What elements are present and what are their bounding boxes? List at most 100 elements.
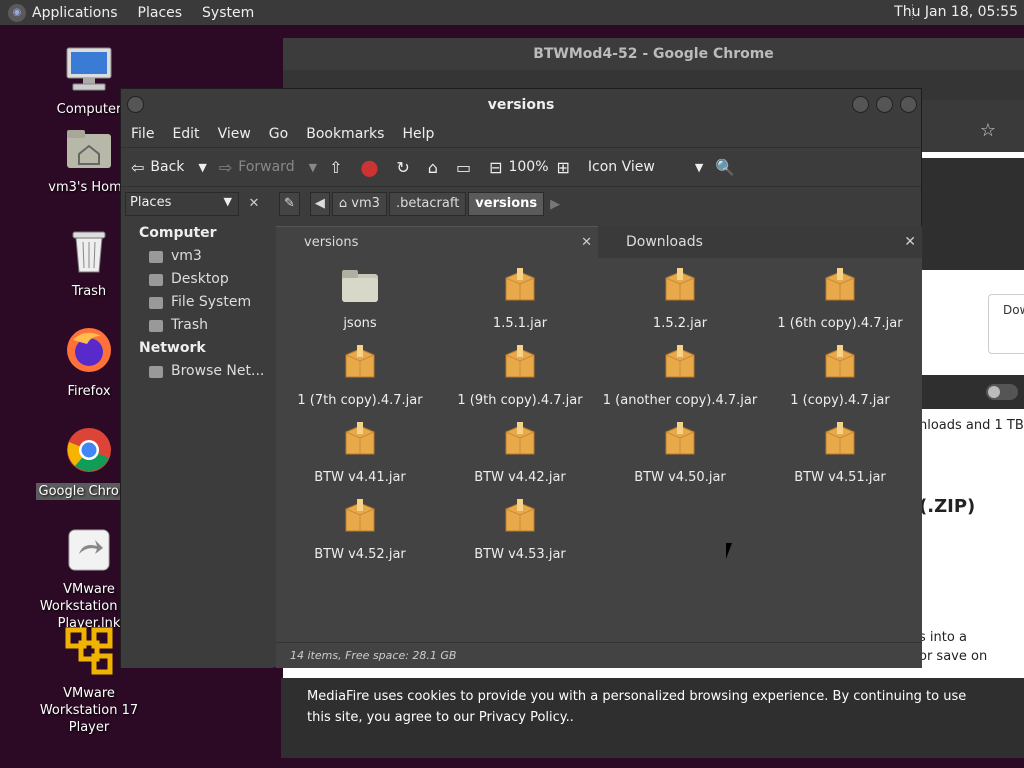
trash-icon xyxy=(72,231,106,273)
file-item[interactable]: 1 (another copy).4.7.jar xyxy=(600,343,760,408)
network-small-icon xyxy=(149,365,163,378)
download-button[interactable]: Dow xyxy=(988,294,1024,354)
up-arrow-icon: ⇧ xyxy=(329,157,343,177)
menu-view[interactable]: View xyxy=(218,126,251,142)
jar-package-icon xyxy=(345,345,375,378)
tab-close-icon[interactable]: ✕ xyxy=(904,226,916,258)
back-button[interactable]: ⇦ Back ▼ xyxy=(131,158,207,177)
zoom-control[interactable]: ⊟ 100% ⊞ xyxy=(489,158,576,177)
jar-package-icon xyxy=(505,345,535,378)
file-item[interactable]: 1.5.1.jar xyxy=(440,266,600,331)
tab-downloads[interactable]: Downloads ✕ xyxy=(598,226,922,258)
file-item[interactable]: BTW v4.52.jar xyxy=(280,497,440,562)
sidebar-item-desktop[interactable]: Desktop xyxy=(121,268,273,291)
back-label: Back xyxy=(150,159,185,175)
menu-help[interactable]: Help xyxy=(402,126,434,142)
computer-button[interactable]: ▭ xyxy=(456,158,477,177)
toggle-location-entry-icon[interactable]: ✎ xyxy=(279,192,300,216)
view-mode-select[interactable]: Icon View ▼ xyxy=(588,159,703,175)
home-button[interactable]: ⌂ xyxy=(428,158,444,177)
file-item[interactable]: 1 (copy).4.7.jar xyxy=(760,343,920,408)
menu-edit[interactable]: Edit xyxy=(172,126,199,142)
toggle-switch[interactable] xyxy=(986,384,1018,400)
sidebar-item-vm3[interactable]: vm3 xyxy=(121,245,273,268)
mate-logo-icon[interactable]: ◉ xyxy=(8,3,26,22)
folder-icon xyxy=(342,270,378,302)
jar-package-icon xyxy=(825,345,855,378)
vmware-link-icon xyxy=(68,529,110,571)
crumb-right-arrow-icon[interactable]: ▶ xyxy=(550,197,560,212)
folder-item[interactable]: jsons xyxy=(280,266,440,331)
jar-package-icon xyxy=(505,422,535,455)
menu-file[interactable]: File xyxy=(131,126,154,142)
mouse-cursor-icon xyxy=(726,543,738,559)
file-item[interactable]: BTW v4.41.jar xyxy=(280,420,440,485)
sidebar-item-browse-network[interactable]: Browse Net... xyxy=(121,360,273,383)
close-button[interactable] xyxy=(900,96,917,113)
reload-icon: ↻ xyxy=(396,157,410,177)
file-item[interactable]: 1 (9th copy).4.7.jar xyxy=(440,343,600,408)
file-item[interactable]: BTW v4.53.jar xyxy=(440,497,600,562)
menu-applications[interactable]: Applications xyxy=(32,5,118,21)
file-item[interactable]: BTW v4.42.jar xyxy=(440,420,600,485)
file-name: BTW v4.53.jar xyxy=(474,547,566,562)
minimize-button[interactable] xyxy=(852,96,869,113)
home-icon: ⌂ xyxy=(427,157,438,177)
sidebar-item-filesystem[interactable]: File System xyxy=(121,291,273,314)
tab-close-icon[interactable]: ✕ xyxy=(581,227,592,259)
crumb-betacraft[interactable]: .betacraft xyxy=(388,192,467,216)
file-manager-window[interactable]: versions File Edit View Go Bookmarks Hel… xyxy=(120,88,922,668)
file-item[interactable]: BTW v4.50.jar xyxy=(600,420,760,485)
crumb-vm3[interactable]: ⌂ vm3 xyxy=(331,192,387,216)
sidebar-item-trash[interactable]: Trash xyxy=(121,314,273,337)
jar-package-icon xyxy=(825,268,855,301)
forward-button[interactable]: ⇨ Forward ▼ xyxy=(219,158,317,177)
maximize-button[interactable] xyxy=(876,96,893,113)
jar-package-icon xyxy=(665,345,695,378)
chrome-icon xyxy=(67,428,111,472)
file-item[interactable]: BTW v4.51.jar xyxy=(760,420,920,485)
file-name: 1.5.1.jar xyxy=(492,316,548,331)
window-menu-button[interactable] xyxy=(127,96,144,113)
file-name: 1.5.2.jar xyxy=(652,316,708,331)
sidebar-item-label: vm3 xyxy=(171,248,202,264)
zoom-out-icon[interactable]: ⊟ xyxy=(489,158,502,177)
reload-button[interactable]: ↻ xyxy=(396,158,415,177)
menu-bookmarks[interactable]: Bookmarks xyxy=(306,126,384,142)
places-selector[interactable]: Places ▼ xyxy=(125,192,239,216)
stop-button[interactable]: ⬤ xyxy=(360,158,384,177)
menu-places[interactable]: Places xyxy=(138,5,183,21)
file-item[interactable]: 1.5.2.jar xyxy=(600,266,760,331)
page-text-zip: (.ZIP) xyxy=(919,496,976,517)
file-name: jsons xyxy=(343,316,377,331)
sidebar-close-icon[interactable]: ✕ xyxy=(243,193,265,215)
up-button[interactable]: ⇧ xyxy=(329,158,348,177)
back-dropdown-icon[interactable]: ▼ xyxy=(198,161,206,174)
stop-icon: ⬤ xyxy=(360,157,379,177)
file-name: BTW v4.42.jar xyxy=(474,470,566,485)
clock[interactable]: Thu Jan 18, 05:55 xyxy=(894,4,1018,20)
menu-system[interactable]: System xyxy=(202,5,254,21)
file-item[interactable]: 1 (6th copy).4.7.jar xyxy=(760,266,920,331)
file-name: 1 (copy).4.7.jar xyxy=(790,393,890,408)
zoom-in-icon[interactable]: ⊞ xyxy=(557,158,570,177)
file-item[interactable]: 1 (7th copy).4.7.jar xyxy=(280,343,440,408)
home-small-icon xyxy=(149,250,163,263)
jar-package-icon xyxy=(505,499,535,532)
crumb-versions[interactable]: versions xyxy=(468,192,545,216)
menu-go[interactable]: Go xyxy=(269,126,288,142)
top-panel: ◉ Applications Places System Thu Jan 18,… xyxy=(0,0,1024,25)
bookmark-star-icon[interactable]: ☆ xyxy=(980,120,996,141)
jar-package-icon xyxy=(345,422,375,455)
sidebar-item-label: Desktop xyxy=(171,271,229,287)
tab-versions[interactable]: versions ✕ xyxy=(276,226,598,258)
crumb-left-arrow-icon[interactable]: ◀ xyxy=(309,192,330,216)
breadcrumb: ✎ ◀ ⌂ vm3 .betacraft versions ▶ xyxy=(279,192,560,216)
desktop-icon-label: VMware Workstation 17 Player xyxy=(39,686,139,735)
fm-statusbar: 14 items, Free space: 28.1 GB xyxy=(276,642,922,668)
file-name: 1 (6th copy).4.7.jar xyxy=(777,316,903,331)
search-button[interactable]: 🔍 xyxy=(715,158,741,177)
page-text-downloads: nloads and 1 TB xyxy=(919,418,1024,433)
forward-dropdown-icon[interactable]: ▼ xyxy=(309,161,317,174)
file-name: BTW v4.51.jar xyxy=(794,470,886,485)
